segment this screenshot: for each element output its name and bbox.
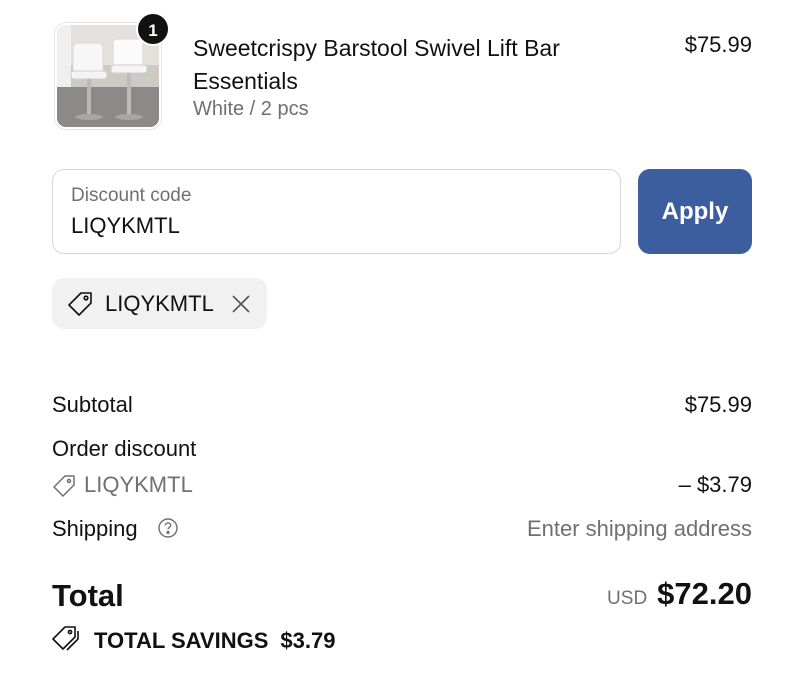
discount-code-input[interactable]	[71, 212, 591, 240]
product-title: Sweetcrispy Barstool Swivel Lift Bar Ess…	[193, 35, 560, 94]
savings-tags-icon	[52, 624, 82, 657]
tag-icon	[66, 290, 94, 323]
discount-code-field[interactable]: Discount code	[52, 169, 621, 254]
subtotal-label: Subtotal	[52, 392, 133, 417]
remove-discount-icon[interactable]	[230, 293, 252, 320]
subtotal-value: $75.99	[684, 392, 752, 417]
order-discount-value: – $3.79	[678, 472, 752, 497]
product-price: $75.99	[684, 32, 752, 57]
line-item: 1 Sweetcrispy Barstool Swivel Lift Bar E…	[52, 12, 752, 134]
applied-discount-code: LIQYKMTL	[105, 291, 214, 316]
order-summary: 1 Sweetcrispy Barstool Swivel Lift Bar E…	[52, 0, 752, 700]
order-discount-label: Order discount	[52, 436, 197, 461]
savings-value: $3.79	[280, 627, 336, 653]
discount-code-label: Discount code	[71, 185, 192, 206]
product-variant: White / 2 pcs	[193, 98, 309, 120]
currency-code: USD	[607, 588, 648, 609]
savings-label: TOTAL SAVINGS	[94, 627, 269, 653]
apply-button[interactable]: Apply	[638, 169, 752, 254]
discount-tag-icon	[52, 474, 76, 503]
total-label: Total	[52, 578, 124, 613]
order-discount-code: LIQYKMTL	[84, 472, 193, 497]
total-amount: $72.20	[657, 576, 752, 611]
shipping-value: Enter shipping address	[526, 516, 752, 541]
help-icon[interactable]	[157, 517, 179, 544]
quantity-badge: 1	[136, 12, 170, 46]
shipping-label: Shipping	[52, 516, 138, 541]
total-savings: TOTAL SAVINGS $3.79	[52, 624, 335, 657]
total-value-group: USD $72.20	[607, 576, 752, 612]
applied-discount-chip: LIQYKMTL	[52, 278, 267, 329]
